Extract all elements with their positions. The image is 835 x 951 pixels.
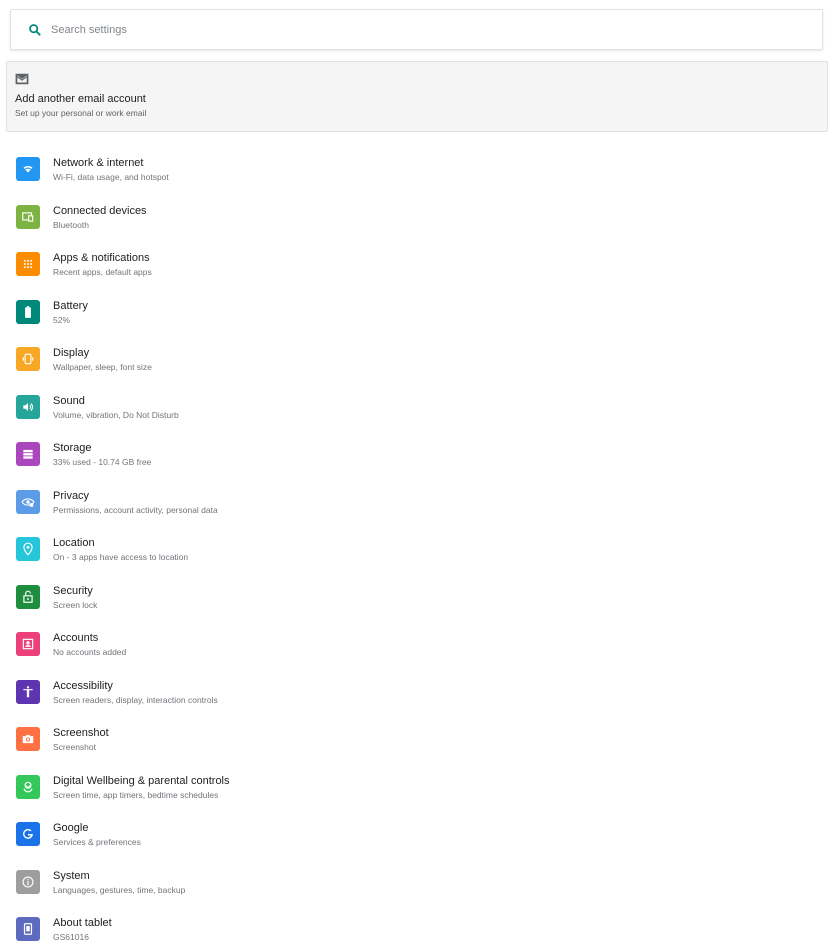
setting-title: System xyxy=(53,869,90,882)
setting-item-google[interactable]: Google Services & preferences xyxy=(0,812,835,856)
search-bar[interactable] xyxy=(10,9,823,50)
settings-list: Network & internet Wi-Fi, data usage, and… xyxy=(0,140,835,942)
wellbeing-icon xyxy=(16,774,40,799)
google-icon xyxy=(16,822,40,846)
setting-summary: Wallpaper, sleep, font size xyxy=(53,362,152,372)
apps-icon xyxy=(16,252,40,276)
setting-item-about-tablet[interactable]: About tablet GS61016 xyxy=(0,907,835,951)
setting-item-digital-wellbeing-parental-controls[interactable]: Digital Wellbeing & parental controls Scr… xyxy=(0,765,835,809)
setting-item-battery[interactable]: Battery 52% xyxy=(0,290,835,334)
setting-title: Connected devices xyxy=(53,204,147,217)
setting-summary: On - 3 apps have access to location xyxy=(53,552,189,562)
tablet-icon xyxy=(16,917,40,941)
suggestion-summary: Set up your personal or work email xyxy=(15,108,147,118)
storage-icon xyxy=(16,442,40,466)
setting-summary: Recent apps, default apps xyxy=(53,267,152,277)
setting-title: Privacy xyxy=(53,489,90,502)
setting-title: Network & internet xyxy=(53,157,144,169)
setting-item-network-internet[interactable]: Network & internet Wi-Fi, data usage, and… xyxy=(0,147,835,191)
location-icon xyxy=(16,537,40,561)
setting-summary: Permissions, account activity, personal … xyxy=(53,504,218,515)
setting-summary: Screen time, app timers, bedtime schedul… xyxy=(53,789,219,800)
setting-title: Battery xyxy=(53,299,88,312)
setting-item-sound[interactable]: Sound Volume, vibration, Do Not Disturb xyxy=(0,385,835,429)
setting-summary: 33% used - 10.74 GB free xyxy=(53,457,152,467)
setting-item-accessibility[interactable]: Accessibility Screen readers, display, in… xyxy=(0,670,835,714)
camera-icon xyxy=(16,727,40,751)
lock-icon xyxy=(16,584,40,609)
setting-summary: Screen lock xyxy=(53,599,98,610)
setting-item-apps-notifications[interactable]: Apps & notifications Recent apps, default… xyxy=(0,242,835,286)
setting-summary: Wi-Fi, data usage, and hotspot xyxy=(53,172,169,182)
wifi-icon xyxy=(16,157,40,181)
setting-title: Storage xyxy=(53,442,92,454)
search-icon[interactable] xyxy=(27,22,43,38)
setting-summary: Bluetooth xyxy=(53,219,89,230)
system-info-icon xyxy=(16,869,40,894)
setting-item-accounts[interactable]: Accounts No accounts added xyxy=(0,622,835,666)
setting-title: Digital Wellbeing & parental controls xyxy=(53,774,230,787)
setting-summary: 52% xyxy=(53,314,71,325)
setting-title: About tablet xyxy=(53,917,112,929)
setting-title: Accounts xyxy=(53,632,99,644)
setting-title: Accessibility xyxy=(53,679,113,692)
battery-icon xyxy=(16,299,40,324)
setting-summary: No accounts added xyxy=(53,647,127,657)
devices-icon xyxy=(16,204,40,229)
setting-title: Sound xyxy=(53,394,85,407)
setting-title: Display xyxy=(53,347,90,359)
privacy-icon xyxy=(16,489,40,514)
setting-item-location[interactable]: Location On - 3 apps have access to locat… xyxy=(0,527,835,571)
setting-item-system[interactable]: System Languages, gestures, time, backup xyxy=(0,860,835,904)
setting-title: Google xyxy=(53,822,89,834)
setting-title: Screenshot xyxy=(53,727,109,739)
accessibility-icon xyxy=(16,679,40,704)
accounts-icon xyxy=(16,632,40,656)
search-input[interactable] xyxy=(51,20,751,40)
setting-item-connected-devices[interactable]: Connected devices Bluetooth xyxy=(0,195,835,239)
setting-item-storage[interactable]: Storage 33% used - 10.74 GB free xyxy=(0,432,835,476)
setting-item-security[interactable]: Security Screen lock xyxy=(0,575,835,619)
setting-summary: Services & preferences xyxy=(53,837,141,847)
setting-summary: Screen readers, display, interaction con… xyxy=(53,694,218,705)
suggestion-card[interactable]: Add another email account Set up your pe… xyxy=(6,61,828,132)
mail-icon xyxy=(15,73,29,85)
setting-summary: Languages, gestures, time, backup xyxy=(53,884,186,895)
sound-icon xyxy=(16,394,40,419)
setting-title: Security xyxy=(53,584,93,597)
setting-title: Apps & notifications xyxy=(53,252,150,264)
suggestion-title: Add another email account xyxy=(15,93,146,105)
setting-title: Location xyxy=(53,537,95,549)
setting-summary: Volume, vibration, Do Not Disturb xyxy=(53,409,179,420)
setting-item-privacy[interactable]: Privacy Permissions, account activity, pe… xyxy=(0,480,835,524)
setting-item-screenshot[interactable]: Screenshot Screenshot xyxy=(0,717,835,761)
setting-summary: Screenshot xyxy=(53,742,96,752)
display-icon xyxy=(16,347,40,371)
setting-item-display[interactable]: Display Wallpaper, sleep, font size xyxy=(0,337,835,381)
